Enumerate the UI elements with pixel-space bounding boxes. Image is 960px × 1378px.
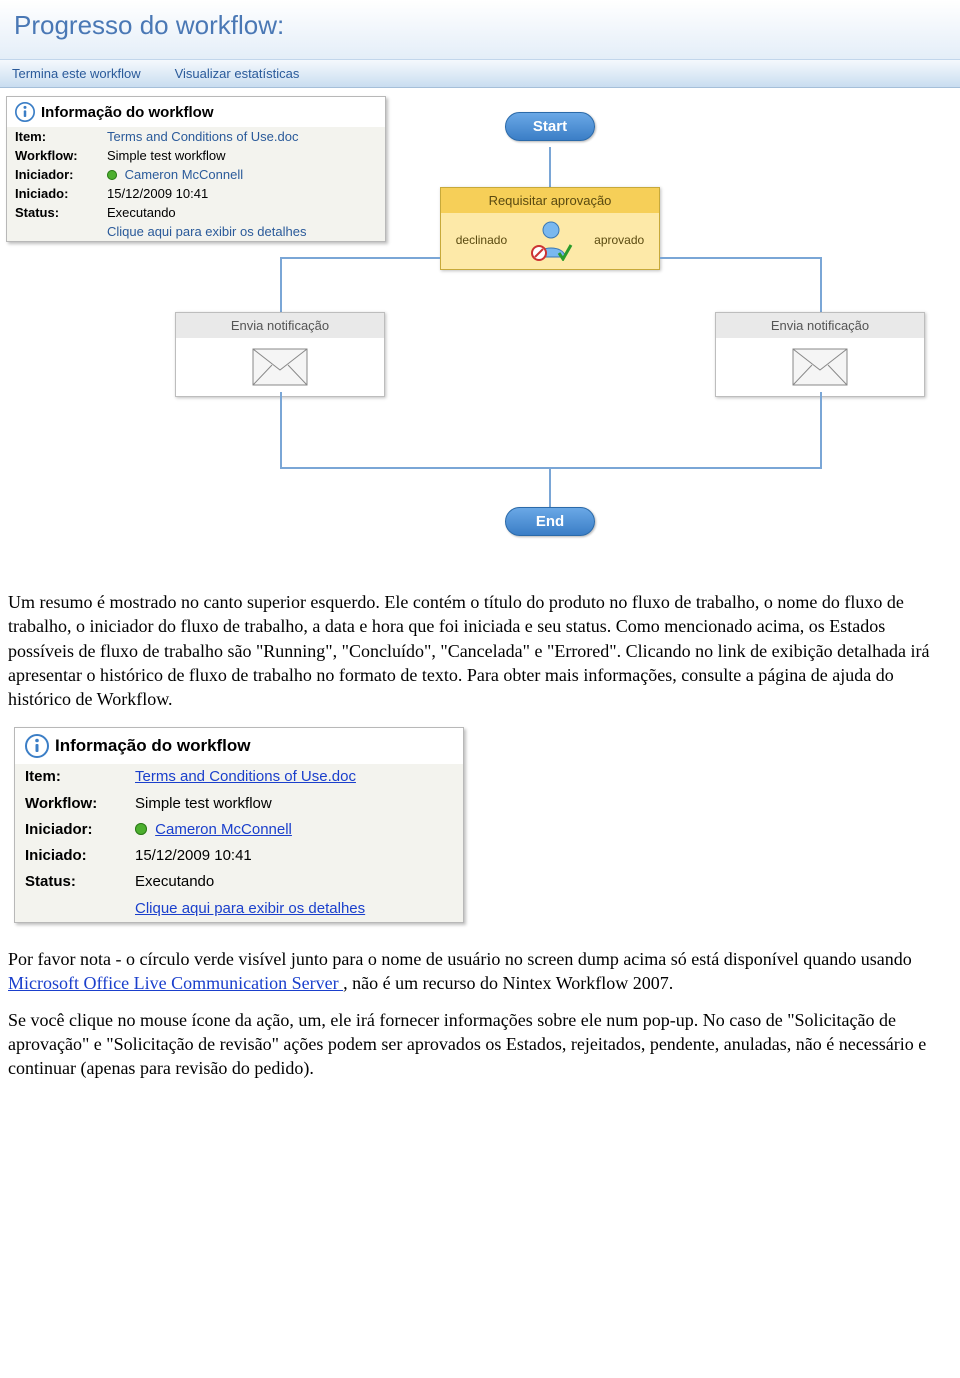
info-workflow-value: Simple test workflow (99, 146, 385, 165)
view-stats-link[interactable]: Visualizar estatísticas (175, 66, 300, 81)
info2-status-label: Status: (15, 869, 125, 895)
paragraph-2: Por favor nota - o círculo verde visível… (8, 947, 952, 996)
info-panel-large-titlebar: Informação do workflow (15, 728, 463, 764)
info-panel-titlebar: Informação do workflow (7, 97, 385, 127)
info-icon (15, 102, 35, 122)
approval-person-icon (529, 219, 573, 261)
info2-item-link[interactable]: Terms and Conditions of Use.doc (135, 768, 356, 785)
envelope-icon (792, 348, 848, 386)
info2-item-label: Item: (15, 764, 125, 790)
details-link-large[interactable]: Clique aqui para exibir os detalhes (135, 900, 365, 917)
paragraph-3: Se você clique no mouse ícone da ação, u… (8, 1008, 952, 1081)
notify-right-body (716, 338, 924, 396)
page-title: Progresso do workflow: (14, 10, 946, 41)
approval-approved-label: aprovado (594, 233, 644, 247)
connector (660, 257, 820, 259)
approval-node-title: Requisitar aprovação (441, 188, 659, 213)
info-table-large: Item: Terms and Conditions of Use.doc Wo… (15, 764, 463, 922)
info-status-value: Executando (99, 203, 385, 222)
connector (549, 467, 551, 507)
connector (549, 147, 551, 187)
info2-initiator-link[interactable]: Cameron McConnell (155, 821, 292, 838)
info-started-value: 15/12/2009 10:41 (99, 184, 385, 203)
info-started-label: Iniciado: (7, 184, 99, 203)
notify-right-title: Envia notificação (716, 313, 924, 338)
request-approval-node[interactable]: Requisitar aprovação declinado aprovado (440, 187, 660, 270)
info-item-label: Item: (7, 127, 99, 146)
presence-indicator-icon (107, 170, 117, 180)
info2-workflow-label: Workflow: (15, 791, 125, 817)
start-node[interactable]: Start (505, 112, 595, 141)
workflow-canvas: Informação do workflow Item: Terms and C… (0, 92, 960, 562)
paragraph-1: Um resumo é mostrado no canto superior e… (8, 590, 952, 711)
info-icon (25, 734, 49, 758)
info-initiator-label: Iniciador: (7, 165, 99, 184)
toolbar: Termina este workflow Visualizar estatís… (0, 60, 960, 88)
ms-live-comm-server-link[interactable]: Microsoft Office Live Communication Serv… (8, 973, 343, 993)
terminate-workflow-link[interactable]: Termina este workflow (12, 66, 141, 81)
approval-declined-label: declinado (456, 233, 507, 247)
connector (280, 467, 822, 469)
info-workflow-label: Workflow: (7, 146, 99, 165)
details-link[interactable]: Clique aqui para exibir os detalhes (107, 224, 306, 239)
info-panel-large-title: Informação do workflow (55, 735, 251, 758)
presence-indicator-icon (135, 823, 147, 835)
notify-left-body (176, 338, 384, 396)
send-notification-right-node[interactable]: Envia notificação (715, 312, 925, 397)
workflow-info-panel-large: Informação do workflow Item: Terms and C… (14, 727, 464, 923)
info-panel-title: Informação do workflow (41, 104, 214, 121)
connector (820, 392, 822, 467)
connector (280, 392, 282, 467)
info2-started-label: Iniciado: (15, 843, 125, 869)
connector (280, 257, 440, 259)
info-status-label: Status: (7, 203, 99, 222)
end-node[interactable]: End (505, 507, 595, 536)
info2-workflow-value: Simple test workflow (125, 791, 463, 817)
send-notification-left-node[interactable]: Envia notificação (175, 312, 385, 397)
info2-initiator-label: Iniciador: (15, 817, 125, 843)
notify-left-title: Envia notificação (176, 313, 384, 338)
page-header: Progresso do workflow: (0, 0, 960, 60)
envelope-icon (252, 348, 308, 386)
info-table: Item: Terms and Conditions of Use.doc Wo… (7, 127, 385, 241)
workflow-info-panel: Informação do workflow Item: Terms and C… (6, 96, 386, 242)
document-body: Um resumo é mostrado no canto superior e… (0, 562, 960, 1132)
connector (280, 257, 282, 312)
info2-started-value: 15/12/2009 10:41 (125, 843, 463, 869)
connector (820, 257, 822, 312)
info2-status-value: Executando (125, 869, 463, 895)
approval-node-body: declinado aprovado (441, 213, 659, 269)
info-item-link[interactable]: Terms and Conditions of Use.doc (107, 129, 298, 144)
info-initiator-link[interactable]: Cameron McConnell (125, 167, 244, 182)
